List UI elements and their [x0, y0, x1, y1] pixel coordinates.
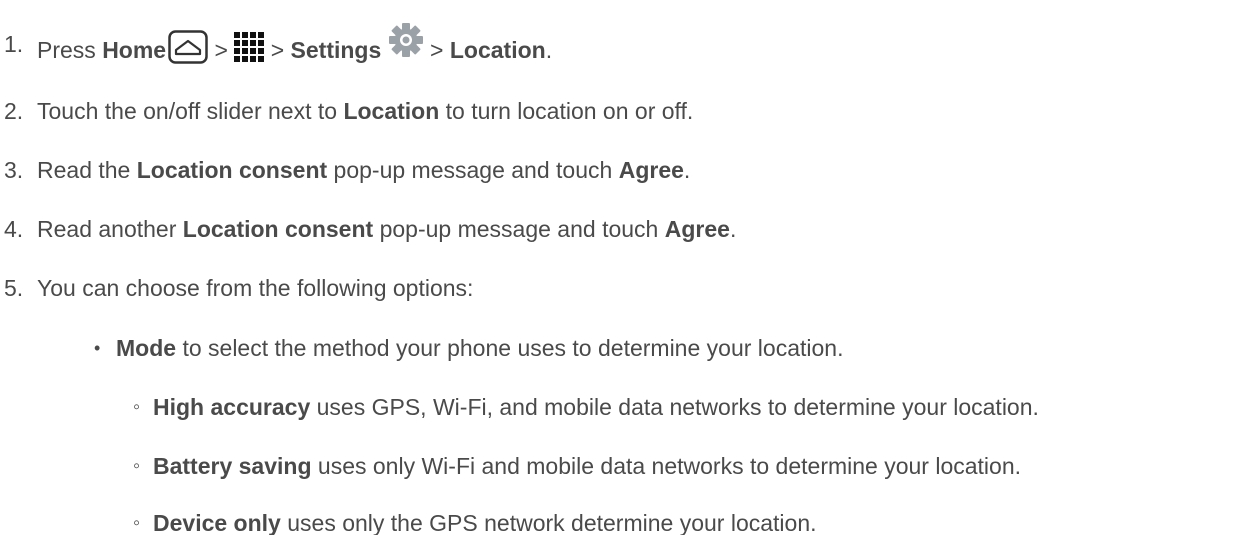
location-label: Location [449, 37, 546, 63]
agree-label: Agree [664, 216, 730, 242]
separator: > [430, 37, 444, 63]
step-number: 5. [4, 275, 24, 301]
separator: > [214, 37, 228, 63]
separator: > [270, 37, 285, 63]
home-button-icon [168, 30, 208, 70]
step-text: Read the [37, 157, 131, 183]
sub-bullet: ◦ [133, 512, 141, 534]
apps-grid-icon [234, 32, 265, 68]
high-accuracy-label: High accuracy [153, 394, 311, 420]
step-text: Read another [37, 216, 177, 242]
location-label: Location [343, 98, 440, 124]
settings-label: Settings [290, 37, 382, 63]
option-mode: • Mode to select the method your phone u… [94, 335, 844, 361]
sub-bullet: ◦ [133, 455, 141, 477]
step-number: 3. [4, 157, 24, 183]
bullet: • [94, 338, 101, 358]
step-number: 1. [4, 31, 24, 57]
mode-label: Mode [116, 335, 177, 361]
settings-gear-icon [388, 22, 424, 64]
step-text: Touch the on/off slider next to [37, 98, 338, 124]
step-number: 2. [4, 98, 24, 124]
step-text: Press [37, 37, 96, 63]
step-number: 4. [4, 216, 24, 242]
option-battery-saving: ◦ Battery saving uses only Wi-Fi and mob… [133, 453, 1022, 479]
device-only-label: Device only [153, 510, 281, 535]
agree-label: Agree [618, 157, 684, 183]
battery-saving-label: Battery saving [153, 453, 312, 479]
location-consent-label: Location consent [136, 157, 328, 183]
step-text: You can choose from the following option… [37, 275, 474, 301]
home-label: Home [102, 37, 167, 63]
sub-bullet: ◦ [133, 396, 141, 418]
option-device-only: ◦ Device only uses only the GPS network … [133, 510, 817, 535]
location-consent-label: Location consent [182, 216, 374, 242]
option-high-accuracy: ◦ High accuracy uses GPS, Wi-Fi, and mob… [133, 394, 1039, 420]
